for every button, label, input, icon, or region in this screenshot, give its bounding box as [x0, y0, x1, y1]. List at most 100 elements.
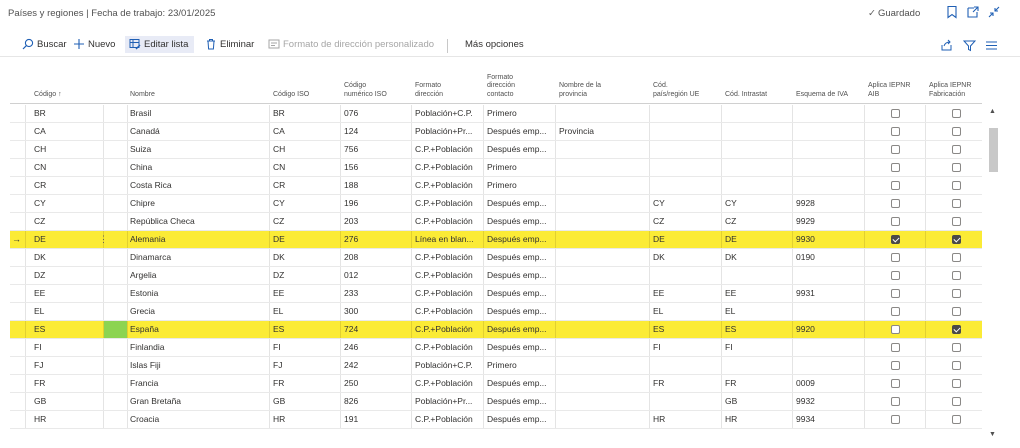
cell-eu-code[interactable]: FR	[653, 375, 719, 392]
cell-contact-format[interactable]: Después emp...	[487, 393, 553, 410]
cell-intrastat[interactable]: GB	[725, 393, 790, 410]
cell-iso[interactable]: ES	[273, 321, 338, 338]
checkbox-iepnr-fab[interactable]	[952, 127, 961, 136]
cell-iso-num[interactable]: 242	[344, 357, 409, 374]
cell-vat-scheme[interactable]	[796, 105, 858, 122]
cell-intrastat[interactable]	[725, 177, 790, 194]
cell-address-format[interactable]: C.P.+Población	[415, 249, 481, 266]
cell-eu-code[interactable]	[653, 141, 719, 158]
table-row[interactable]: CN China CN 156 C.P.+Población Primero	[10, 159, 982, 177]
cell-vat-scheme[interactable]: 9932	[796, 393, 858, 410]
cell-code[interactable]: EE	[34, 285, 124, 302]
cell-code[interactable]: CZ	[34, 213, 124, 230]
cell-iso[interactable]: BR	[273, 105, 338, 122]
checkbox-iepnr-fab[interactable]	[952, 145, 961, 154]
table-row[interactable]: → ⋮ DE Alemania DE 276 Línea en blan... Después…	[10, 231, 982, 249]
checkbox-iepnr-fab[interactable]	[952, 415, 961, 424]
cell-name[interactable]: Croacia	[130, 411, 267, 428]
cell-vat-scheme[interactable]	[796, 159, 858, 176]
table-row[interactable]: DZ Argelia DZ 012 C.P.+Población Después emp.…	[10, 267, 982, 285]
cell-intrastat[interactable]: HR	[725, 411, 790, 428]
cell-county[interactable]	[559, 303, 647, 320]
cell-code[interactable]: FR	[34, 375, 124, 392]
checkbox-iepnr-fab[interactable]	[952, 325, 961, 334]
cell-name[interactable]: Costa Rica	[130, 177, 267, 194]
checkbox-iepnr-aib[interactable]	[891, 235, 900, 244]
cell-intrastat[interactable]	[725, 357, 790, 374]
cell-iso-num[interactable]: 188	[344, 177, 409, 194]
cell-eu-code[interactable]: FI	[653, 339, 719, 356]
delete-button[interactable]: Eliminar	[205, 39, 254, 50]
table-row[interactable]: CH Suiza CH 756 C.P.+Población Después emp...	[10, 141, 982, 159]
cell-name[interactable]: Chipre	[130, 195, 267, 212]
cell-iso[interactable]: CN	[273, 159, 338, 176]
cell-vat-scheme[interactable]: 9920	[796, 321, 858, 338]
cell-iso[interactable]: DE	[273, 231, 338, 248]
cell-county[interactable]	[559, 195, 647, 212]
cell-code[interactable]: CA	[34, 123, 124, 140]
table-row[interactable]: CZ República Checa CZ 203 C.P.+Población Desp…	[10, 213, 982, 231]
cell-eu-code[interactable]: EE	[653, 285, 719, 302]
cell-intrastat[interactable]: FI	[725, 339, 790, 356]
cell-code[interactable]: FJ	[34, 357, 124, 374]
cell-contact-format[interactable]: Después emp...	[487, 303, 553, 320]
cell-name[interactable]: Dinamarca	[130, 249, 267, 266]
cell-vat-scheme[interactable]: 9931	[796, 285, 858, 302]
checkbox-iepnr-aib[interactable]	[891, 271, 900, 280]
cell-contact-format[interactable]: Después emp...	[487, 411, 553, 428]
cell-iso[interactable]: CR	[273, 177, 338, 194]
cell-iso-num[interactable]: 826	[344, 393, 409, 410]
cell-eu-code[interactable]	[653, 123, 719, 140]
more-options-button[interactable]: Más opciones	[465, 39, 524, 50]
cell-contact-format[interactable]: Después emp...	[487, 213, 553, 230]
cell-code[interactable]: FI	[34, 339, 124, 356]
checkbox-iepnr-aib[interactable]	[891, 127, 900, 136]
cell-county[interactable]	[559, 213, 647, 230]
cell-vat-scheme[interactable]: 9928	[796, 195, 858, 212]
scroll-up-icon[interactable]: ▲	[989, 108, 996, 115]
edit-list-button[interactable]: Editar lista	[125, 36, 195, 53]
table-row[interactable]: ES España ES 724 C.P.+Población Después emp..…	[10, 321, 982, 339]
checkbox-iepnr-aib[interactable]	[891, 199, 900, 208]
checkbox-iepnr-fab[interactable]	[952, 163, 961, 172]
col-iepnr-fab[interactable]: Aplica IEPNR Fabricación	[929, 82, 971, 99]
cell-address-format[interactable]: C.P.+Población	[415, 285, 481, 302]
checkbox-iepnr-fab[interactable]	[952, 109, 961, 118]
cell-vat-scheme[interactable]: 9934	[796, 411, 858, 428]
cell-address-format[interactable]: C.P.+Población	[415, 375, 481, 392]
checkbox-iepnr-aib[interactable]	[891, 307, 900, 316]
cell-iso[interactable]: CZ	[273, 213, 338, 230]
search-button[interactable]: Buscar	[22, 38, 67, 50]
cell-code[interactable]: HR	[34, 411, 124, 428]
cell-iso[interactable]: DK	[273, 249, 338, 266]
cell-intrastat[interactable]: DE	[725, 231, 790, 248]
table-row[interactable]: BR Brasil BR 076 Población+C.P. Primero	[10, 105, 982, 123]
cell-contact-format[interactable]: Después emp...	[487, 123, 553, 140]
cell-address-format[interactable]: Población+Pr...	[415, 123, 481, 140]
cell-intrastat[interactable]	[725, 141, 790, 158]
cell-iso[interactable]: EL	[273, 303, 338, 320]
cell-name[interactable]: Argelia	[130, 267, 267, 284]
bookmark-icon[interactable]	[945, 5, 959, 19]
cell-county[interactable]	[559, 249, 647, 266]
cell-address-format[interactable]: C.P.+Población	[415, 267, 481, 284]
cell-name[interactable]: Gran Bretaña	[130, 393, 267, 410]
cell-iso[interactable]: CH	[273, 141, 338, 158]
cell-address-format[interactable]: C.P.+Población	[415, 177, 481, 194]
cell-iso[interactable]: FJ	[273, 357, 338, 374]
checkbox-iepnr-aib[interactable]	[891, 289, 900, 298]
checkbox-iepnr-fab[interactable]	[952, 253, 961, 262]
cell-intrastat[interactable]	[725, 267, 790, 284]
open-in-new-icon[interactable]	[966, 5, 980, 19]
cell-iso-num[interactable]: 124	[344, 123, 409, 140]
cell-vat-scheme[interactable]: 0009	[796, 375, 858, 392]
cell-eu-code[interactable]	[653, 159, 719, 176]
cell-address-format[interactable]: C.P.+Población	[415, 213, 481, 230]
cell-eu-code[interactable]: EL	[653, 303, 719, 320]
cell-intrastat[interactable]: ES	[725, 321, 790, 338]
checkbox-iepnr-fab[interactable]	[952, 199, 961, 208]
cell-eu-code[interactable]: ES	[653, 321, 719, 338]
table-row[interactable]: FI Finlandia FI 246 C.P.+Población Después em…	[10, 339, 982, 357]
checkbox-iepnr-aib[interactable]	[891, 397, 900, 406]
cell-name[interactable]: Francia	[130, 375, 267, 392]
